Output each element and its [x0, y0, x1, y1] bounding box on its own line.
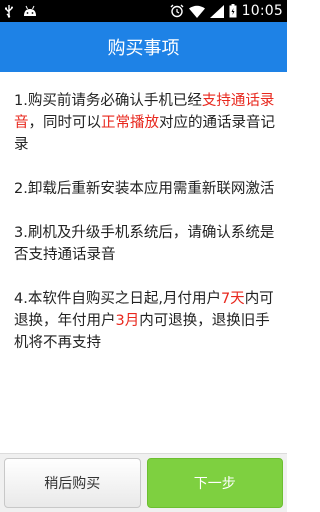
note-item: 3.刷机及升级手机系统后，请确认系统是否支持通话录音	[14, 222, 275, 266]
alarm-icon	[170, 4, 184, 18]
note-item: 4.本软件自购买之日起,月付用户7天内可退换，年付用户3月内可退换，退换旧手机将…	[14, 288, 275, 354]
bottom-action-bar: 稍后购买 下一步	[0, 453, 287, 512]
note-item: 1.购买前请务必确认手机已经支持通话录音，同时可以正常播放对应的通话录音记录	[14, 90, 275, 156]
title-bar: 购买事项	[0, 22, 287, 72]
android-icon	[22, 5, 38, 17]
status-right-icons: 10:05	[170, 3, 283, 19]
buy-later-button[interactable]: 稍后购买	[4, 458, 141, 508]
note-text: 1.购买前请务必确认手机已经	[14, 93, 202, 109]
note-item: 2.卸载后重新安装本应用需重新联网激活	[14, 178, 275, 200]
usb-icon	[4, 4, 14, 18]
status-left-icons	[4, 4, 38, 18]
note-text: 3.刷机及升级手机系统后，请确认系统是否支持通话录音	[14, 225, 275, 263]
signal-icon	[209, 4, 224, 18]
note-text: ，同时可以	[28, 115, 102, 131]
wifi-icon	[188, 5, 205, 18]
note-text: 2.卸载后重新安装本应用需重新联网激活	[14, 181, 275, 197]
note-highlight-text: 正常播放	[101, 115, 159, 131]
notes-content: 1.购买前请务必确认手机已经支持通话录音，同时可以正常播放对应的通话录音记录 2…	[0, 72, 287, 453]
next-step-button[interactable]: 下一步	[146, 458, 283, 508]
battery-icon	[229, 4, 237, 18]
note-highlight-text: 3月	[115, 313, 140, 329]
status-time: 10:05	[241, 3, 283, 19]
page-title: 购买事项	[107, 38, 180, 59]
note-text: 4.本软件自购买之日起,月付用户	[14, 291, 221, 307]
note-highlight-text: 7天	[220, 291, 245, 307]
status-bar: 10:05	[0, 0, 287, 22]
